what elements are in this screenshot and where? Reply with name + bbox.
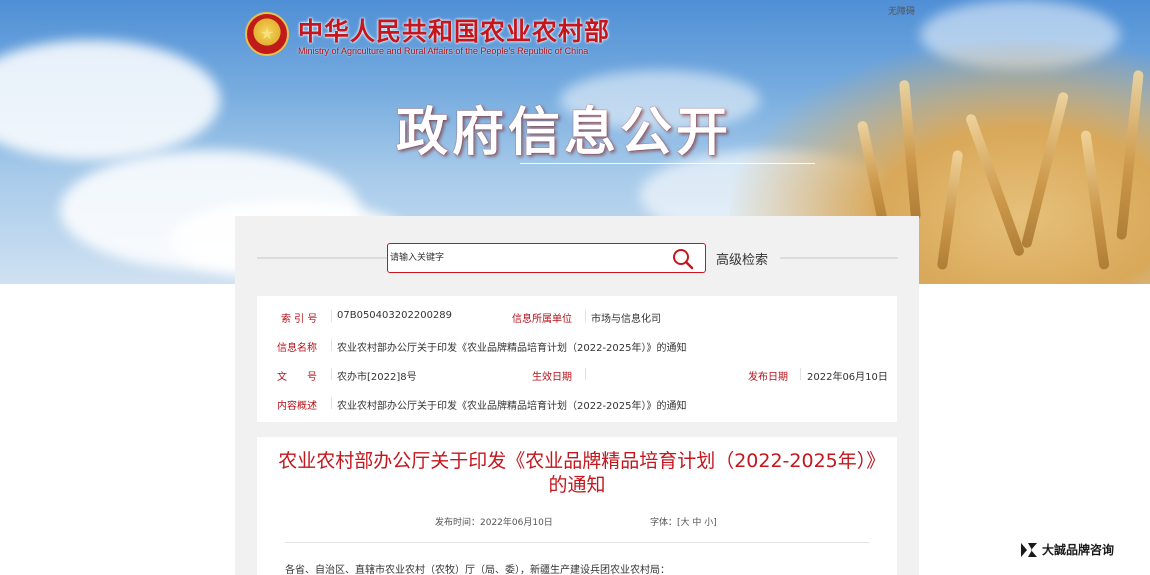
search-divider-left — [257, 257, 407, 259]
name-label: 信息名称 — [277, 343, 317, 354]
search-button[interactable] — [671, 247, 695, 271]
search-divider-right — [780, 257, 898, 259]
info-row: 文 号 农办市[2022]8号 生效日期 发布日期 2022年06月10日 — [257, 360, 897, 388]
dept-label: 信息所属单位 — [512, 314, 572, 325]
ministry-name-cn[interactable]: 中华人民共和国农业农村部 — [298, 12, 610, 48]
info-row: 内容概述 农业农村部办公厅关于印发《农业品牌精品培育计划（2022-2025年）… — [257, 389, 897, 417]
divider — [585, 368, 586, 380]
name-value: 农业农村部办公厅关于印发《农业品牌精品培育计划（2022-2025年）》的通知 — [337, 343, 687, 354]
banner-divider — [520, 163, 815, 164]
ministry-name-en: Ministry of Agriculture and Rural Affair… — [298, 46, 589, 56]
info-row: 信息名称 农业农村部办公厅关于印发《农业品牌精品培育计划（2022-2025年）… — [257, 331, 897, 359]
divider — [331, 310, 332, 322]
barrier-free-link[interactable]: 无障碍 — [888, 4, 915, 17]
search-icon — [673, 249, 694, 270]
summary-value: 农业农村部办公厅关于印发《农业品牌精品培育计划（2022-2025年）》的通知 — [337, 401, 687, 412]
article-title: 农业农村部办公厅关于印发《农业品牌精品培育计划（2022-2025年）》的通知 — [278, 450, 876, 496]
publish-date-value: 2022年06月10日 — [807, 372, 888, 383]
doc-number-value: 农办市[2022]8号 — [337, 372, 417, 383]
divider — [331, 397, 332, 409]
info-row: 索 引 号 07B050403202200289 信息所属单位 市场与信息化司 — [257, 302, 897, 330]
article-divider — [285, 542, 869, 543]
effective-date-label: 生效日期 — [532, 372, 572, 383]
search-input[interactable] — [390, 246, 660, 270]
banner-title: 政府信息公开 — [396, 102, 733, 163]
divider — [585, 310, 586, 322]
national-emblem-icon[interactable]: ★ — [245, 12, 289, 56]
publish-date-label: 发布日期 — [748, 372, 788, 383]
watermark: 大誠品牌咨询 — [1020, 541, 1114, 558]
doc-number-label: 文 号 — [277, 372, 317, 383]
index-label: 索 引 号 — [281, 314, 318, 325]
divider — [331, 339, 332, 351]
dept-value: 市场与信息化司 — [591, 314, 661, 325]
main-container: 高级检索 索 引 号 07B050403202200289 信息所属单位 市场与… — [235, 216, 919, 575]
watermark-text: 大誠品牌咨询 — [1042, 543, 1115, 557]
summary-label: 内容概述 — [277, 401, 317, 412]
advanced-search-link[interactable]: 高级检索 — [716, 249, 768, 268]
cloud-decoration — [0, 40, 220, 160]
article-body-text: 各省、自治区、直辖市农业农村（农牧）厅（局、委），新疆生产建设兵团农业农村局： — [285, 565, 670, 575]
publish-time: 发布时间：2022年06月10日 — [435, 518, 553, 528]
divider — [800, 368, 801, 380]
article: 农业农村部办公厅关于印发《农业品牌精品培育计划（2022-2025年）》的通知 … — [257, 437, 897, 575]
font-size-control[interactable]: 字体：[大 中 小] — [650, 515, 717, 528]
search-box — [387, 243, 706, 273]
brand-logo-icon — [1021, 542, 1037, 557]
search-row: 高级检索 — [235, 216, 919, 292]
info-table: 索 引 号 07B050403202200289 信息所属单位 市场与信息化司 … — [257, 296, 897, 422]
index-value: 07B050403202200289 — [337, 310, 453, 321]
divider — [331, 368, 332, 380]
